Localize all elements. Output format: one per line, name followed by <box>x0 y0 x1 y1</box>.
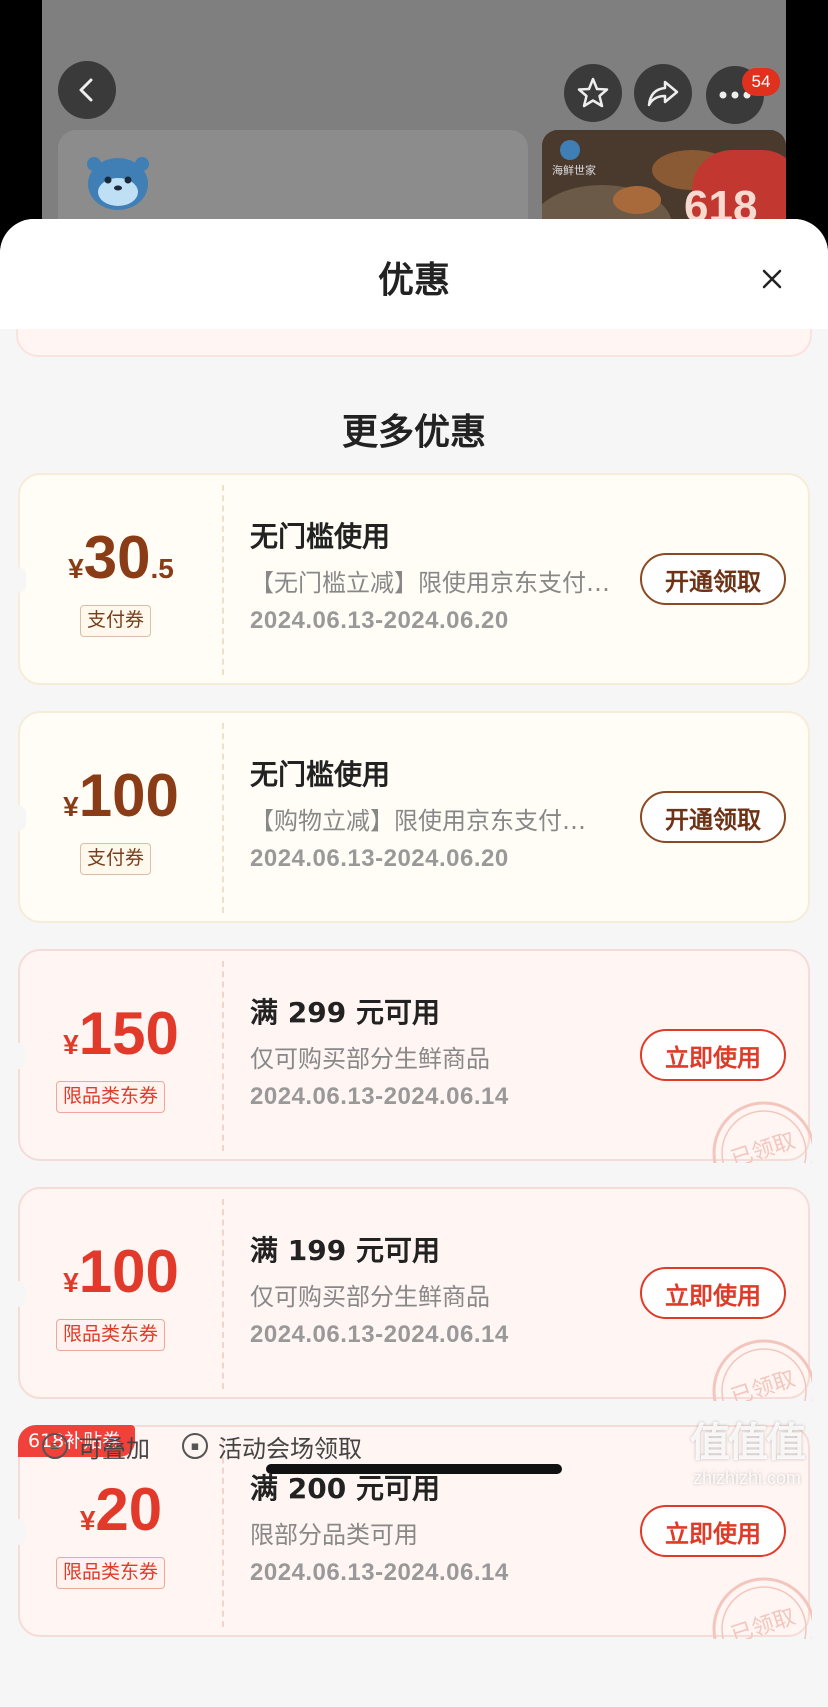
use-now-button[interactable]: 立即使用 <box>640 1029 786 1081</box>
amount-value: 20 <box>95 1476 163 1543</box>
sheet-header: 优惠 <box>0 219 828 329</box>
coupon-amount: ¥100 <box>20 1237 222 1306</box>
coupon-type-tag: 支付券 <box>80 605 152 637</box>
activate-claim-button[interactable]: 开通领取 <box>640 791 786 843</box>
chevron-left-icon <box>79 78 93 102</box>
currency-symbol: ¥ <box>79 1505 96 1536</box>
card-divider <box>222 961 224 1151</box>
coupon-amount: ¥30.5 <box>20 523 222 592</box>
amount-value: 100 <box>78 1238 179 1305</box>
coupon-amount: ¥100 <box>20 761 222 830</box>
coupon-card[interactable]: ¥150 限品类东券 满 299 元可用 仅可购买部分生鲜商品 2024.06.… <box>18 949 812 1163</box>
amount-value: 150 <box>78 1000 179 1067</box>
back-button[interactable] <box>58 61 116 119</box>
card-divider <box>222 1199 224 1389</box>
coupon-type-tag: 限品类东券 <box>56 1081 166 1113</box>
favorite-button[interactable] <box>564 64 622 122</box>
coupon-description: 仅可购买部分生鲜商品 <box>250 1045 490 1073</box>
star-icon <box>577 77 609 108</box>
coupon-amount: ¥150 <box>20 999 222 1068</box>
claimed-stamp-icon: 已领取 <box>712 1101 812 1163</box>
share-icon <box>647 80 679 107</box>
coupon-card[interactable]: ¥100 限品类东券 满 199 元可用 仅可购买部分生鲜商品 2024.06.… <box>18 1187 812 1401</box>
currency-symbol: ¥ <box>63 1029 79 1060</box>
shop-logo-icon <box>87 157 149 210</box>
coupon-title: 满 299 元可用 <box>250 996 440 1029</box>
amount-decimal: .5 <box>150 553 174 584</box>
stackable-label: 可叠加 <box>78 1434 150 1463</box>
coupon-validity: 2024.06.13-2024.06.20 <box>250 845 509 872</box>
coupon-card[interactable]: ¥30.5 支付券 无门槛使用 【无门槛立减】限使用京东支付… 2024.06.… <box>18 473 810 685</box>
watermark: 值值值 zhizhizhi.com <box>672 1410 822 1488</box>
coupon-validity: 2024.06.13-2024.06.20 <box>250 607 509 634</box>
coupon-title: 无门槛使用 <box>250 520 391 553</box>
promo-shop-label: 海鲜世家 <box>552 164 596 177</box>
currency-symbol: ¥ <box>68 553 84 584</box>
coupon-validity: 2024.06.13-2024.06.14 <box>250 1321 509 1348</box>
stamp-text: 已领取 <box>728 1129 799 1163</box>
coupon-validity: 2024.06.13-2024.06.14 <box>250 1559 509 1586</box>
coupon-title: 无门槛使用 <box>250 758 391 791</box>
sheet-title: 优惠 <box>377 260 450 301</box>
coupon-type-tag: 限品类东券 <box>56 1319 166 1351</box>
home-indicator <box>266 1464 562 1474</box>
coupon-type-tag: 限品类东券 <box>56 1557 166 1589</box>
stack-icon: ≡ <box>42 1433 68 1459</box>
coupon-description: 【无门槛立减】限使用京东支付… <box>250 569 610 597</box>
coupon-description: 【购物立减】限使用京东支付… <box>250 807 586 835</box>
currency-symbol: ¥ <box>63 1267 79 1298</box>
watermark-logo: 值值值 <box>690 1420 806 1466</box>
venue-claim-label: 活动会场领取 <box>218 1434 362 1463</box>
ticket-icon: ▪ <box>182 1433 208 1459</box>
coupon-type-tag: 支付券 <box>80 843 152 875</box>
card-divider <box>222 485 224 675</box>
coupon-footer: ≡ 可叠加 ▪ 活动会场领取 <box>42 1426 362 1466</box>
amount-value: 100 <box>78 762 179 829</box>
coupon-description: 限部分品类可用 <box>250 1521 418 1549</box>
amount-value: 30 <box>83 524 151 591</box>
coupon-description: 仅可购买部分生鲜商品 <box>250 1283 490 1311</box>
stamp-text: 已领取 <box>728 1605 799 1639</box>
coupon-amount: ¥20 <box>20 1475 222 1544</box>
coupon-card[interactable]: ¥100 支付券 无门槛使用 【购物立减】限使用京东支付… 2024.06.13… <box>18 711 810 923</box>
card-divider <box>222 723 224 913</box>
use-now-button[interactable]: 立即使用 <box>640 1267 786 1319</box>
watermark-url: zhizhizhi.com <box>692 1468 802 1488</box>
section-title: 更多优惠 <box>341 412 486 453</box>
use-now-button[interactable]: 立即使用 <box>640 1505 786 1557</box>
coupon-validity: 2024.06.13-2024.06.14 <box>250 1083 509 1110</box>
activate-claim-button[interactable]: 开通领取 <box>640 553 786 605</box>
claimed-stamp-icon: 已领取 <box>712 1339 812 1401</box>
share-button[interactable] <box>634 64 692 122</box>
notification-badge: 54 <box>742 68 780 96</box>
coupon-title: 满 199 元可用 <box>250 1234 440 1267</box>
claimed-stamp-icon: 已领取 <box>712 1577 812 1639</box>
currency-symbol: ¥ <box>63 791 79 822</box>
close-icon[interactable] <box>756 263 788 295</box>
stamp-text: 已领取 <box>728 1367 799 1401</box>
